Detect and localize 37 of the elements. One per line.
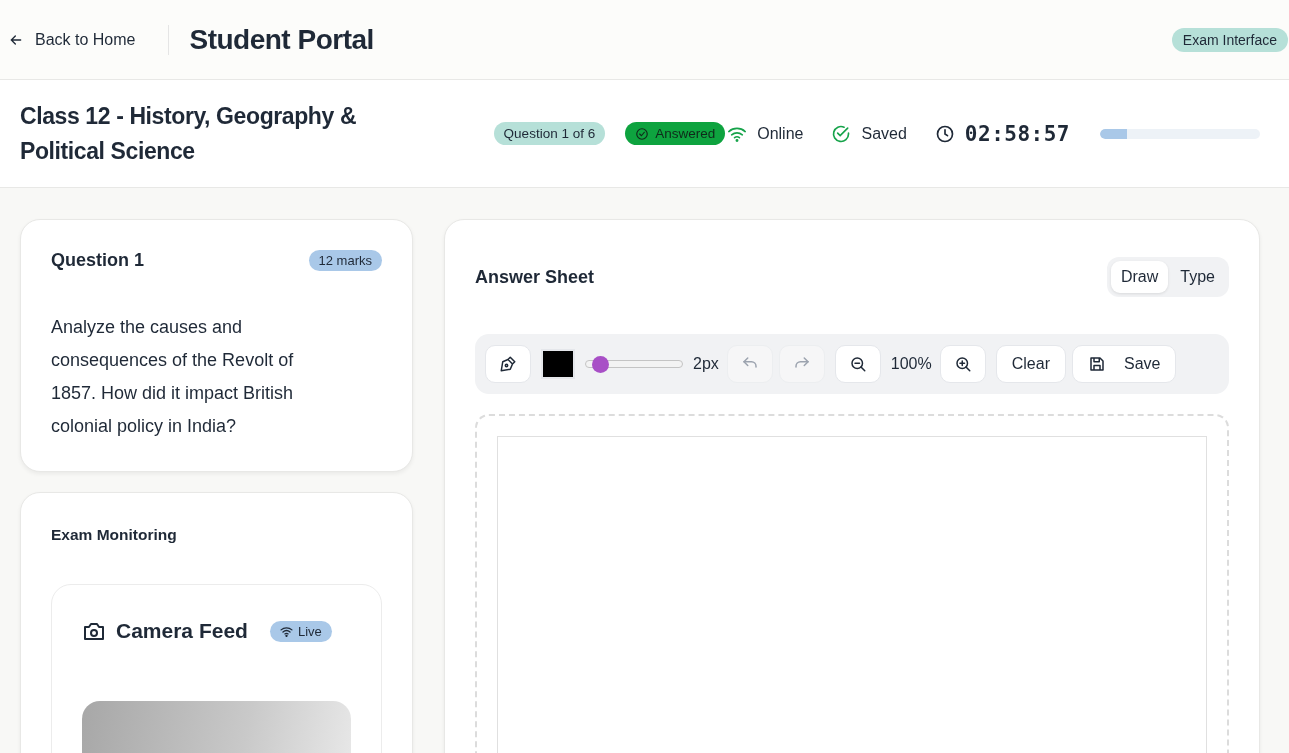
pen-tool-button[interactable]: [485, 345, 531, 383]
question-text: Analyze the causes and consequences of the Revolt of 1857. How did it impact British colonial policy in India?: [51, 316, 295, 438]
connection-status: Online: [757, 124, 804, 143]
check-circle-icon: [635, 126, 650, 141]
question-count-badge: Question 1 of 6: [493, 122, 606, 145]
color-swatch[interactable]: [541, 349, 575, 379]
zoom-in-button[interactable]: [939, 345, 986, 383]
mode-tab[interactable]: Type: [1170, 261, 1225, 293]
check-circle-icon: [831, 123, 852, 144]
camera-title: Camera Feed: [116, 619, 248, 643]
mode-badge: Exam Interface: [1171, 27, 1288, 52]
clock-icon: [934, 123, 955, 144]
zoom-level: 100%: [890, 355, 932, 373]
answer-sheet-title: Answer Sheet: [475, 266, 595, 288]
save-status: Saved: [861, 124, 907, 143]
mode-tab[interactable]: Draw: [1110, 261, 1169, 293]
back-link[interactable]: Back to Home: [8, 30, 136, 49]
answered-text: Answered: [655, 126, 716, 141]
save-button[interactable]: Save: [1071, 345, 1177, 383]
clear-button[interactable]: Clear: [995, 345, 1066, 383]
exam-title: Class 12 - History, Geography & Political Science: [20, 101, 358, 166]
portal-title: Student Portal: [189, 23, 374, 56]
wifi-icon: [279, 625, 293, 637]
zoom-out-button[interactable]: [834, 345, 881, 383]
stroke-width-value: 2px: [693, 355, 719, 373]
pen-icon: [499, 355, 517, 373]
camera-icon: [82, 620, 106, 642]
stroke-slider[interactable]: [585, 354, 683, 374]
question-title: Question 1: [51, 250, 144, 271]
zoom-out-icon: [848, 355, 867, 373]
live-text: Live: [297, 623, 322, 639]
monitoring-title: Exam Monitoring: [51, 526, 178, 544]
save-icon: [1087, 355, 1106, 373]
marks-badge: 12 marks: [308, 250, 382, 271]
timer: 02:58:57: [964, 121, 1070, 146]
zoom-in-icon: [953, 355, 972, 373]
slider-thumb[interactable]: [591, 356, 609, 373]
